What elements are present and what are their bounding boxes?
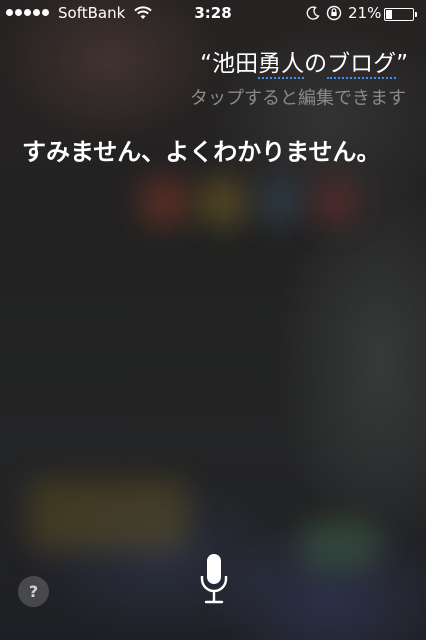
siri-screen: SoftBank 3:28 21% “池田勇人のブログ” タップすると編集できま… bbox=[0, 0, 426, 640]
query-word-uncertain: 勇人 bbox=[258, 51, 305, 79]
microphone-icon[interactable] bbox=[198, 552, 230, 608]
query-word: の bbox=[304, 51, 328, 77]
background-blur bbox=[300, 520, 380, 570]
background-blur bbox=[28, 480, 188, 550]
tap-to-edit-hint[interactable]: タップすると編集できます bbox=[190, 84, 406, 110]
battery-percentage: 21% bbox=[348, 4, 382, 22]
query-word: 池田 bbox=[212, 51, 259, 77]
background-blur bbox=[198, 178, 248, 226]
query-word-uncertain: ブログ bbox=[327, 51, 397, 79]
query-open-quote: “ bbox=[200, 51, 213, 77]
rotation-lock-icon bbox=[326, 5, 342, 21]
siri-response-text: すみません、よくわかりません。 bbox=[22, 138, 381, 166]
query-close-quote: ” bbox=[396, 51, 408, 77]
background-blur bbox=[258, 178, 304, 226]
help-button[interactable]: ? bbox=[18, 576, 49, 607]
siri-query-text[interactable]: “池田勇人のブログ” bbox=[200, 44, 408, 79]
status-bar: SoftBank 3:28 21% bbox=[0, 0, 426, 28]
background-blur bbox=[140, 178, 190, 226]
battery-level-fill bbox=[386, 10, 392, 19]
background-blur bbox=[312, 178, 358, 226]
moon-icon bbox=[306, 6, 320, 20]
battery-icon bbox=[384, 8, 417, 21]
